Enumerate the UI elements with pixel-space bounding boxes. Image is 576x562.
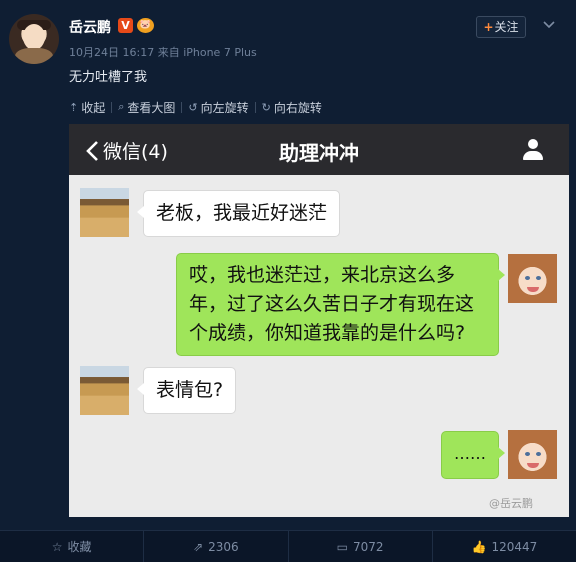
weibo-watermark: @岳云鹏 bbox=[489, 497, 533, 510]
follow-label: 关注 bbox=[494, 20, 519, 34]
self-avatar bbox=[508, 254, 557, 303]
like-button[interactable]: 👍 120447 bbox=[431, 531, 576, 562]
repost-button[interactable]: ⇗ 2306 bbox=[143, 531, 287, 562]
message-bubble-outgoing: 哎，我也迷茫过，来北京这么多年，过了这么久苦日子才有现在这个成绩，你知道我靠的是… bbox=[176, 253, 505, 356]
collapse-button[interactable]: ⇡ 收起 bbox=[69, 99, 111, 116]
chat-screenshot-image[interactable]: 微信(4) 助理冲冲 老板，我最近好迷茫 哎，我也迷茫过，来北京这么多年，过了这… bbox=[69, 124, 569, 517]
self-avatar bbox=[508, 430, 557, 479]
post-text: 无力吐槽了我 bbox=[69, 70, 148, 85]
rotate-right-button[interactable]: ↻ 向右旋转 bbox=[256, 99, 328, 116]
contact-avatar bbox=[80, 366, 129, 415]
thumbs-up-icon: 👍 bbox=[471, 539, 487, 554]
user-profile-icon bbox=[521, 138, 545, 162]
like-count: 120447 bbox=[491, 539, 538, 554]
media-toolbar: ⇡ 收起 ⌕ 查看大图 ↺ 向左旋转 ↻ 向右旋转 bbox=[69, 96, 328, 118]
comment-count: 7072 bbox=[353, 539, 384, 554]
wechat-header: 微信(4) 助理冲冲 bbox=[69, 124, 569, 175]
chat-title: 助理冲冲 bbox=[279, 141, 359, 165]
username[interactable]: 岳云鹏 bbox=[69, 17, 111, 37]
post-action-bar: ☆ 收藏 ⇗ 2306 ▭ 7072 👍 120447 bbox=[0, 530, 576, 562]
weibo-post: 岳云鹏 V 🐷 10月24日 16:17 来自 iPhone 7 Plus 无力… bbox=[0, 0, 576, 530]
message-bubble-incoming: 表情包? bbox=[136, 367, 237, 414]
repost-icon: ⇗ bbox=[193, 539, 204, 554]
post-meta: 10月24日 16:17 来自 iPhone 7 Plus bbox=[69, 44, 257, 60]
view-large-label: 查看大图 bbox=[127, 100, 176, 115]
star-icon: ☆ bbox=[51, 539, 63, 554]
rotate-left-label: 向左旋转 bbox=[200, 100, 249, 115]
repost-count: 2306 bbox=[208, 539, 239, 554]
plus-icon: + bbox=[483, 20, 494, 34]
rotate-left-button[interactable]: ↺ 向左旋转 bbox=[182, 99, 254, 116]
favorite-label: 收藏 bbox=[67, 540, 92, 554]
rotate-right-icon: ↻ bbox=[261, 100, 271, 114]
verified-badge-icon: V bbox=[118, 18, 133, 33]
comment-button[interactable]: ▭ 7072 bbox=[287, 531, 432, 562]
favorite-button[interactable]: ☆ 收藏 bbox=[0, 531, 143, 562]
contact-avatar bbox=[80, 188, 129, 237]
post-timestamp[interactable]: 10月24日 16:17 bbox=[69, 46, 154, 59]
magnifier-icon: ⌕ bbox=[118, 100, 125, 113]
user-avatar[interactable] bbox=[9, 14, 59, 64]
view-large-button[interactable]: ⌕ 查看大图 bbox=[112, 99, 181, 116]
collapse-label: 收起 bbox=[81, 100, 106, 115]
rotate-left-icon: ↺ bbox=[188, 100, 198, 114]
member-badge-icon: 🐷 bbox=[137, 18, 154, 33]
rotate-right-label: 向右旋转 bbox=[273, 100, 322, 115]
arrow-up-icon: ⇡ bbox=[69, 100, 79, 114]
comment-icon: ▭ bbox=[336, 539, 349, 554]
chevron-down-icon[interactable] bbox=[541, 17, 557, 33]
post-source: 来自 iPhone 7 Plus bbox=[157, 46, 257, 59]
message-bubble-outgoing: …… bbox=[441, 431, 505, 479]
message-bubble-incoming: 老板，我最近好迷茫 bbox=[136, 190, 341, 237]
follow-button[interactable]: +关注 bbox=[476, 16, 526, 38]
